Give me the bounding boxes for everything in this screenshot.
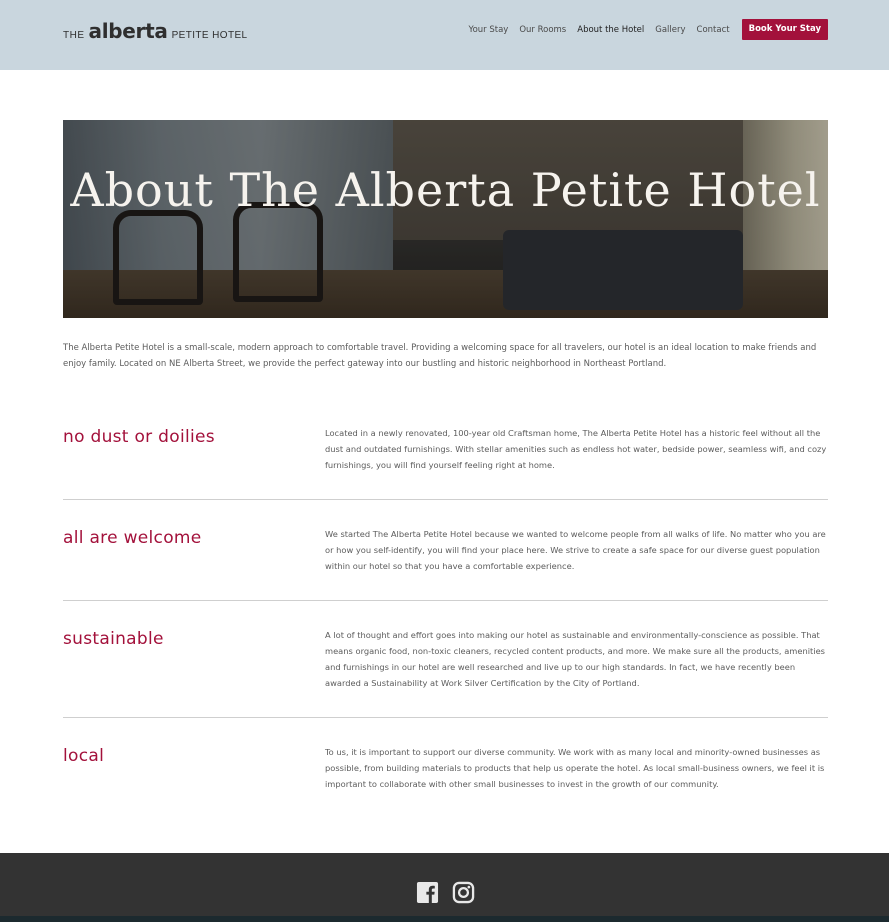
site-header: THE alberta PETITE HOTEL Your Stay Our R… <box>0 0 889 70</box>
site-footer <box>0 853 889 922</box>
hero-banner: About The Alberta Petite Hotel <box>63 120 828 318</box>
nav-contact[interactable]: Contact <box>697 25 730 35</box>
feature-text: Located in a newly renovated, 100-year o… <box>325 428 827 470</box>
feature-text: To us, it is important to support our di… <box>325 747 825 789</box>
main-nav: Your Stay Our Rooms About the Hotel Gall… <box>458 19 828 40</box>
intro-paragraph: The Alberta Petite Hotel is a small-scal… <box>63 343 817 369</box>
nav-our-rooms[interactable]: Our Rooms <box>519 25 566 35</box>
facebook-icon[interactable] <box>416 881 439 908</box>
section-divider <box>63 499 828 500</box>
logo-rest: PETITE HOTEL <box>171 30 248 41</box>
feature-title: local <box>63 746 105 766</box>
feature-title: no dust or doilies <box>63 427 215 447</box>
instagram-icon[interactable] <box>452 881 475 908</box>
book-your-stay-button[interactable]: Book Your Stay <box>741 19 828 40</box>
nav-your-stay[interactable]: Your Stay <box>469 25 509 35</box>
section-divider <box>63 717 828 718</box>
social-links <box>416 881 475 908</box>
page-title: About The Alberta Petite Hotel <box>70 163 821 217</box>
nav-gallery[interactable]: Gallery <box>655 25 685 35</box>
logo-brand: alberta <box>88 19 168 43</box>
site-logo[interactable]: THE alberta PETITE HOTEL <box>63 19 248 43</box>
feature-title: all are welcome <box>63 528 202 548</box>
footer-bottom-strip <box>0 916 889 922</box>
feature-text: A lot of thought and effort goes into ma… <box>325 630 826 688</box>
nav-about-the-hotel[interactable]: About the Hotel <box>577 25 644 35</box>
logo-the: THE <box>63 30 85 41</box>
feature-text: We started The Alberta Petite Hotel beca… <box>325 529 826 571</box>
section-divider <box>63 600 828 601</box>
feature-title: sustainable <box>63 629 164 649</box>
